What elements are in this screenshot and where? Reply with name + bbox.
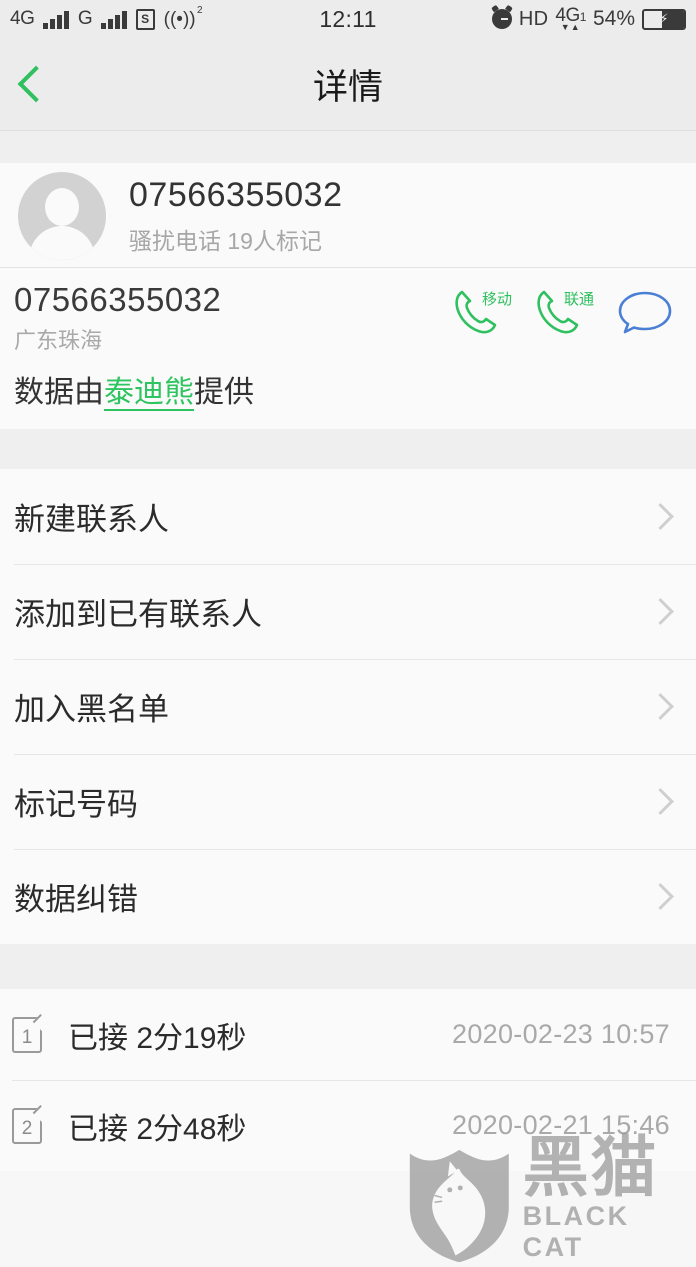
page-title: 详情 bbox=[312, 67, 383, 107]
data-source-line: 数据由泰迪熊提供 bbox=[0, 359, 696, 429]
sim-badge-icon: S bbox=[135, 8, 155, 30]
section-gap-middle bbox=[0, 429, 696, 470]
menu-item-label: 数据纠错 bbox=[14, 882, 138, 918]
watermark-en-label: BLACK CAT bbox=[522, 1201, 630, 1262]
status-bar-right: HD 4G1 ▼▲ 54% ⚡ bbox=[348, 6, 686, 32]
menu-item-label: 加入黑名单 bbox=[14, 692, 169, 728]
battery-icon: ⚡ bbox=[642, 8, 686, 30]
call-mobile-button[interactable]: 移动 bbox=[450, 286, 512, 338]
contact-number: 07566355032 bbox=[129, 176, 343, 215]
phone-number: 07566355032 bbox=[14, 281, 222, 318]
call-log-row[interactable]: 2 已接 2分48秒 2020-02-21 15:46 bbox=[0, 1080, 696, 1171]
sim-card-icon: 2 bbox=[12, 1107, 42, 1144]
menu-item-add-blacklist[interactable]: 加入黑名单 bbox=[0, 659, 696, 754]
call-timestamp: 2020-02-23 10:57 bbox=[452, 1019, 670, 1050]
call-timestamp: 2020-02-21 15:46 bbox=[452, 1110, 670, 1141]
wifi-hotspot-icon: ((•)) 2 bbox=[163, 4, 203, 30]
call-type-duration: 已接 2分48秒 bbox=[68, 1112, 247, 1146]
chevron-right-icon bbox=[647, 788, 674, 816]
menu-item-label: 新建联系人 bbox=[14, 502, 169, 538]
action-menu-list: 新建联系人 添加到已有联系人 加入黑名单 标记号码 数据纠错 bbox=[0, 469, 696, 945]
call-type-duration: 已接 2分19秒 bbox=[68, 1021, 247, 1055]
contact-meta: 07566355032 骚扰电话 19人标记 bbox=[129, 176, 343, 255]
send-message-button[interactable] bbox=[614, 286, 676, 338]
charging-bolt-icon: ⚡ bbox=[659, 11, 669, 26]
call-log-row[interactable]: 1 已接 2分19秒 2020-02-23 10:57 bbox=[0, 989, 696, 1080]
call-mobile-label: 移动 bbox=[481, 291, 512, 308]
menu-item-new-contact[interactable]: 新建联系人 bbox=[0, 469, 696, 564]
action-buttons: 移动 联通 bbox=[450, 280, 676, 338]
number-detail-row: 07566355032 广东珠海 移动 联通 bbox=[0, 268, 696, 359]
menu-item-report-data-error[interactable]: 数据纠错 bbox=[0, 849, 696, 944]
network-type-label-2: G bbox=[77, 8, 93, 29]
hd-voice-label: HD bbox=[518, 7, 549, 30]
source-provider-link[interactable]: 泰迪熊 bbox=[104, 376, 194, 412]
chevron-right-icon bbox=[647, 598, 674, 626]
battery-percent-label: 54% bbox=[592, 7, 635, 30]
menu-item-add-existing-contact[interactable]: 添加到已有联系人 bbox=[0, 564, 696, 659]
back-button[interactable] bbox=[0, 38, 72, 130]
number-detail-left: 07566355032 广东珠海 bbox=[14, 280, 221, 355]
chevron-right-icon bbox=[647, 693, 674, 721]
signal-bars-icon-2 bbox=[101, 10, 127, 29]
call-unicom-label: 联通 bbox=[563, 291, 594, 308]
contact-info-card: 07566355032 骚扰电话 19人标记 07566355032 广东珠海 … bbox=[0, 163, 696, 430]
status-bar-left: 4G G S ((•)) 2 bbox=[10, 4, 348, 30]
sim-card-icon: 1 bbox=[12, 1016, 42, 1053]
avatar bbox=[18, 172, 106, 260]
status-bar: 4G G S ((•)) 2 12:11 HD 4G1 ▼▲ 54% ⚡ bbox=[0, 0, 696, 38]
volte-sub-label: 1 bbox=[579, 10, 587, 24]
contact-header-row: 07566355032 骚扰电话 19人标记 bbox=[0, 163, 696, 268]
signal-bars-icon-1 bbox=[43, 10, 69, 29]
source-prefix: 数据由 bbox=[14, 376, 104, 410]
menu-item-label: 标记号码 bbox=[14, 787, 138, 823]
menu-item-label: 添加到已有联系人 bbox=[14, 597, 262, 633]
call-unicom-button[interactable]: 联通 bbox=[532, 286, 594, 338]
wifi-sup-label: 2 bbox=[197, 4, 203, 16]
spam-tag-label: 骚扰电话 19人标记 bbox=[129, 227, 322, 254]
phone-location: 广东珠海 bbox=[14, 328, 103, 354]
chevron-right-icon bbox=[647, 503, 674, 531]
source-suffix: 提供 bbox=[194, 376, 254, 410]
section-gap-top bbox=[0, 131, 696, 163]
app-header: 详情 bbox=[0, 38, 696, 131]
alarm-clock-icon bbox=[491, 9, 512, 29]
menu-item-mark-number[interactable]: 标记号码 bbox=[0, 754, 696, 849]
chevron-right-icon bbox=[647, 883, 674, 911]
data-arrows-icon: ▼▲ bbox=[560, 22, 581, 32]
chevron-left-icon bbox=[17, 65, 55, 103]
network-type-label: 4G bbox=[10, 8, 35, 29]
call-log-list: 1 已接 2分19秒 2020-02-23 10:57 2 已接 2分48秒 2… bbox=[0, 989, 696, 1172]
volte-4g-icon: 4G1 ▼▲ bbox=[555, 6, 586, 32]
section-gap-bottom bbox=[0, 944, 696, 990]
